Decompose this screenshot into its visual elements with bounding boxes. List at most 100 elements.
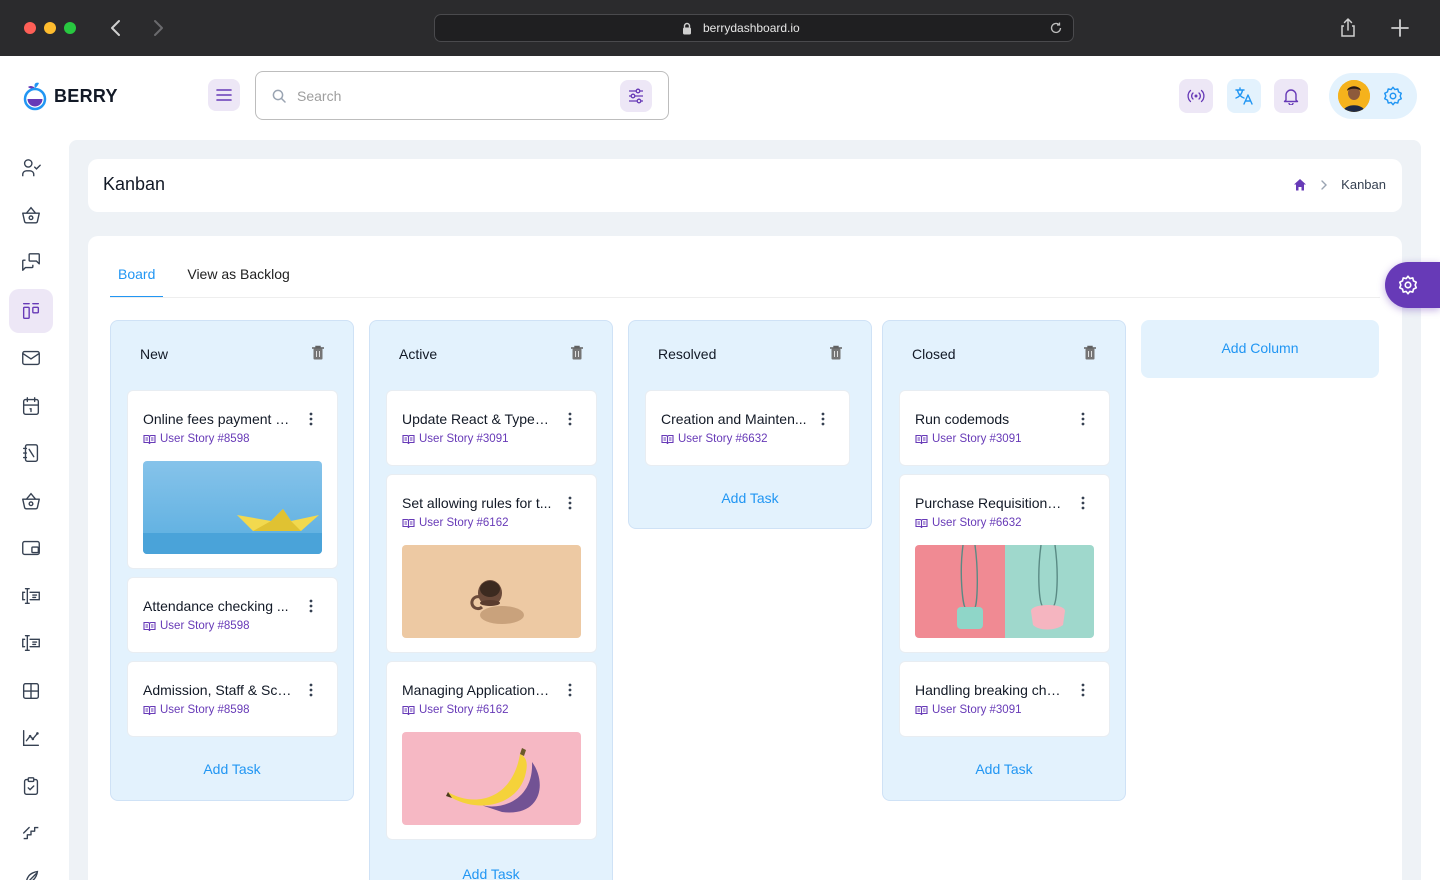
- task-story[interactable]: User Story #8598: [143, 433, 250, 445]
- more-vertical-icon[interactable]: [309, 599, 313, 618]
- basket-icon: [22, 206, 40, 224]
- menu-toggle-button[interactable]: [208, 79, 240, 111]
- basket-icon: [22, 492, 40, 510]
- kanban-column-active[interactable]: Active Update React & TypeS... User Stor…: [369, 320, 613, 880]
- breadcrumb: Kanban: [1293, 177, 1386, 192]
- task-story[interactable]: User Story #3091: [915, 704, 1022, 716]
- kanban-column-new[interactable]: New Online fees payment &... User Story …: [110, 320, 354, 801]
- sidebar-item-chart[interactable]: [9, 716, 53, 760]
- task-card[interactable]: Purchase Requisitions,... User Story #66…: [899, 474, 1110, 653]
- sidebar-item-tasks[interactable]: [9, 764, 53, 808]
- close-window-button[interactable]: [24, 22, 36, 34]
- task-card[interactable]: Attendance checking ... User Story #8598: [127, 577, 338, 653]
- book-icon: [661, 434, 674, 444]
- task-card[interactable]: Handling breaking cha... User Story #309…: [899, 661, 1110, 737]
- brand-name: BERRY: [54, 85, 118, 106]
- new-tab-icon[interactable]: [1388, 16, 1412, 40]
- more-vertical-icon[interactable]: [821, 412, 825, 431]
- coffee-mug-image: [402, 545, 581, 638]
- task-story[interactable]: User Story #3091: [915, 433, 1022, 445]
- sidebar-item-steps[interactable]: [9, 811, 53, 855]
- task-card[interactable]: Update React & TypeS... User Story #3091: [386, 390, 597, 466]
- task-card[interactable]: Set allowing rules for t... User Story #…: [386, 474, 597, 653]
- search-input[interactable]: Search: [297, 88, 341, 104]
- sidebar-item-kanban[interactable]: [9, 289, 53, 333]
- kanban-column-resolved[interactable]: Resolved Creation and Mainten... User St…: [628, 320, 872, 529]
- search-filter-button[interactable]: [620, 80, 652, 112]
- add-column-button[interactable]: Add Column: [1141, 320, 1379, 378]
- sidebar-item-ecommerce[interactable]: [9, 193, 53, 237]
- sidebar-item-calendar[interactable]: [9, 384, 53, 428]
- messages-icon: [22, 253, 40, 271]
- sidebar-item-users[interactable]: [9, 146, 53, 190]
- task-title: Purchase Requisitions,...: [915, 495, 1065, 511]
- task-card[interactable]: Admission, Staff & Sch... User Story #85…: [127, 661, 338, 737]
- task-card[interactable]: Creation and Mainten... User Story #6632: [645, 390, 850, 466]
- sidebar-item-products[interactable]: [9, 479, 53, 523]
- task-story[interactable]: User Story #8598: [143, 704, 250, 716]
- live-customize-button[interactable]: [1179, 79, 1213, 113]
- add-task-button[interactable]: Add Task: [883, 761, 1125, 777]
- add-task-button[interactable]: Add Task: [629, 490, 871, 506]
- language-button[interactable]: [1227, 79, 1261, 113]
- share-icon[interactable]: [1336, 16, 1360, 40]
- sidebar-item-contact[interactable]: [9, 431, 53, 475]
- task-story[interactable]: User Story #6162: [402, 704, 509, 716]
- trash-icon[interactable]: [829, 345, 843, 366]
- profile-menu-button[interactable]: [1329, 73, 1417, 119]
- feather-icon: [26, 870, 39, 880]
- customization-button[interactable]: [1385, 262, 1440, 308]
- more-vertical-icon[interactable]: [1081, 496, 1085, 515]
- invoice-icon: [22, 587, 40, 605]
- task-card[interactable]: Managing Applications... User Story #616…: [386, 661, 597, 840]
- sidebar-item-wallet[interactable]: [9, 526, 53, 570]
- sidebar-item-invoice[interactable]: [9, 574, 53, 618]
- address-bar[interactable]: berrydashboard.io: [434, 14, 1074, 42]
- task-title: Attendance checking ...: [143, 598, 289, 614]
- task-story[interactable]: User Story #6632: [661, 433, 768, 445]
- task-title: Set allowing rules for t...: [402, 495, 552, 511]
- add-task-button[interactable]: Add Task: [370, 866, 612, 880]
- task-story[interactable]: User Story #6632: [915, 517, 1022, 529]
- more-vertical-icon[interactable]: [568, 683, 572, 702]
- task-story[interactable]: User Story #8598: [143, 620, 250, 632]
- calendar-icon: [22, 397, 40, 415]
- chart-icon: [22, 729, 40, 747]
- minimize-window-button[interactable]: [44, 22, 56, 34]
- notifications-button[interactable]: [1274, 79, 1308, 113]
- more-vertical-icon[interactable]: [1081, 412, 1085, 431]
- lock-icon: [681, 22, 693, 40]
- search-bar[interactable]: Search: [255, 71, 669, 120]
- more-vertical-icon[interactable]: [1081, 683, 1085, 702]
- more-vertical-icon[interactable]: [309, 683, 313, 702]
- task-title: Managing Applications...: [402, 682, 552, 698]
- trash-icon[interactable]: [1083, 345, 1097, 366]
- sidebar-item-feather[interactable]: [9, 856, 53, 880]
- kanban-column-closed[interactable]: Closed Run codemods User Story #3091 Pur…: [882, 320, 1126, 801]
- task-card[interactable]: Online fees payment &... User Story #859…: [127, 390, 338, 569]
- trash-icon[interactable]: [570, 345, 584, 366]
- book-icon: [143, 621, 156, 631]
- berry-logo[interactable]: BERRY: [22, 78, 118, 114]
- sidebar-item-table[interactable]: [9, 669, 53, 713]
- sidebar-item-chat[interactable]: [9, 240, 53, 284]
- back-arrow-icon[interactable]: [104, 16, 128, 40]
- reload-icon[interactable]: [1049, 21, 1063, 40]
- sidebar-item-invoice-2[interactable]: [9, 621, 53, 665]
- more-vertical-icon[interactable]: [568, 496, 572, 515]
- trash-icon[interactable]: [311, 345, 325, 366]
- sidebar-item-mail[interactable]: [9, 336, 53, 380]
- tab-backlog[interactable]: View as Backlog: [179, 260, 297, 298]
- task-story[interactable]: User Story #6162: [402, 517, 509, 529]
- sidebar: [0, 140, 64, 880]
- task-story[interactable]: User Story #3091: [402, 433, 509, 445]
- home-icon[interactable]: [1293, 178, 1307, 192]
- paper-boat-image: [143, 461, 322, 554]
- more-vertical-icon[interactable]: [568, 412, 572, 431]
- task-card[interactable]: Run codemods User Story #3091: [899, 390, 1110, 466]
- tab-board[interactable]: Board: [110, 260, 164, 298]
- add-task-button[interactable]: Add Task: [111, 761, 353, 777]
- forward-arrow-icon[interactable]: [146, 16, 170, 40]
- maximize-window-button[interactable]: [64, 22, 76, 34]
- more-vertical-icon[interactable]: [309, 412, 313, 431]
